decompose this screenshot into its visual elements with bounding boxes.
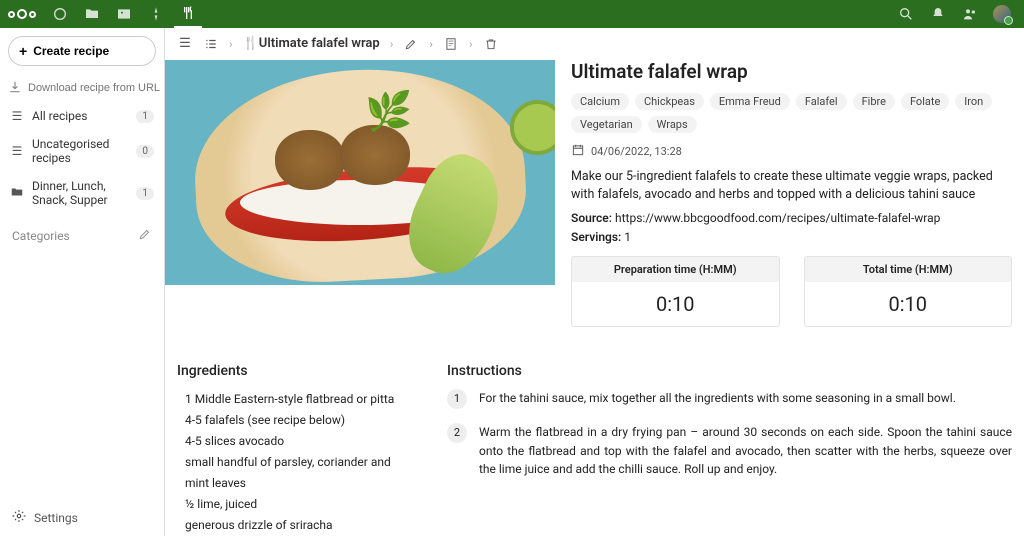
time-grid: Preparation time (H:MM) 0:10 Total time … xyxy=(571,256,1012,327)
content-area: ☰ › 🍴Ultimate falafel wrap › › › xyxy=(165,28,1024,536)
delete-icon[interactable] xyxy=(483,37,499,51)
tag[interactable]: Fibre xyxy=(853,93,895,110)
download-icon[interactable] xyxy=(8,80,22,97)
contacts-icon[interactable] xyxy=(956,0,984,28)
nav-count: 0 xyxy=(136,145,154,158)
tag[interactable]: Chickpeas xyxy=(635,93,704,110)
topbar-left xyxy=(8,0,202,28)
categories-header: Categories xyxy=(0,220,164,251)
nav-count: 1 xyxy=(136,187,154,200)
dashboard-icon[interactable] xyxy=(46,0,74,28)
nav-label: Dinner, Lunch, Snack, Supper xyxy=(32,179,128,207)
ingredients-section: Ingredients 1 Middle Eastern-style flatb… xyxy=(177,363,407,536)
source-url[interactable]: https://www.bbcgoodfood.com/recipes/ulti… xyxy=(615,211,940,225)
recipe-title: Ultimate falafel wrap xyxy=(571,60,1012,83)
download-url-row: → xyxy=(0,74,164,102)
print-icon[interactable] xyxy=(443,37,459,51)
top-bar xyxy=(0,0,1024,28)
breadcrumb: ☰ › 🍴Ultimate falafel wrap › › › xyxy=(165,28,1024,60)
folder-icon xyxy=(10,185,24,202)
ingredient-item[interactable]: generous drizzle of sriracha xyxy=(185,515,407,536)
chevron-icon: › xyxy=(429,37,433,51)
source-line: Source: https://www.bbcgoodfood.com/reci… xyxy=(571,211,1012,225)
tag-list: Calcium Chickpeas Emma Freud Falafel Fib… xyxy=(571,93,1012,133)
step-text: For the tahini sauce, mix together all t… xyxy=(479,389,956,409)
prep-time-label: Preparation time (H:MM) xyxy=(572,257,779,282)
search-icon[interactable] xyxy=(892,0,920,28)
prep-time-box: Preparation time (H:MM) 0:10 xyxy=(571,256,780,327)
home-list-icon[interactable] xyxy=(203,37,219,51)
recipe-image: 🌿 xyxy=(165,60,555,285)
step-number: 2 xyxy=(447,423,467,443)
categories-label: Categories xyxy=(12,229,70,243)
step-number: 1 xyxy=(447,389,467,409)
sidebar: + Create recipe → ☰ All recipes 1 ☰ Unca… xyxy=(0,28,165,536)
chevron-icon: › xyxy=(469,37,473,51)
photos-icon[interactable] xyxy=(110,0,138,28)
instructions-title: Instructions xyxy=(447,363,1012,379)
files-icon[interactable] xyxy=(78,0,106,28)
tag[interactable]: Wraps xyxy=(648,116,697,133)
edit-icon[interactable] xyxy=(403,37,419,51)
cookbook-icon[interactable] xyxy=(174,0,202,28)
tag[interactable]: Emma Freud xyxy=(710,93,790,110)
instruction-step[interactable]: 1 For the tahini sauce, mix together all… xyxy=(447,389,1012,409)
nextcloud-logo[interactable] xyxy=(8,9,36,19)
plus-icon: + xyxy=(19,43,27,59)
list-icon: ☰ xyxy=(10,144,24,158)
tag[interactable]: Vegetarian xyxy=(571,116,642,133)
menu-icon[interactable]: ☰ xyxy=(177,36,193,51)
chevron-icon: › xyxy=(229,37,233,51)
list-icon: ☰ xyxy=(10,109,24,123)
tag[interactable]: Folate xyxy=(901,93,949,110)
download-url-input[interactable] xyxy=(28,78,170,98)
calendar-icon xyxy=(571,143,585,160)
ingredients-list: 1 Middle Eastern-style flatbread or pitt… xyxy=(177,389,407,536)
tag[interactable]: Iron xyxy=(955,93,992,110)
nav-label: Uncategorised recipes xyxy=(32,137,128,165)
nav-uncategorised[interactable]: ☰ Uncategorised recipes 0 xyxy=(0,130,164,172)
ingredient-item[interactable]: 4-5 slices avocado xyxy=(185,431,407,452)
prep-time-value: 0:10 xyxy=(572,282,779,326)
recipe-description: Make our 5-ingredient falafels to create… xyxy=(571,168,1012,203)
recipe-date: 04/06/2022, 13:28 xyxy=(571,143,1012,160)
breadcrumb-title[interactable]: 🍴Ultimate falafel wrap xyxy=(243,36,380,51)
nav-category-dinner[interactable]: Dinner, Lunch, Snack, Supper 1 xyxy=(0,172,164,214)
total-time-value: 0:10 xyxy=(805,282,1012,326)
instructions-section: Instructions 1 For the tahini sauce, mix… xyxy=(447,363,1012,536)
servings-line: Servings: 1 xyxy=(571,230,1012,244)
create-recipe-button[interactable]: + Create recipe xyxy=(8,36,156,66)
create-recipe-label: Create recipe xyxy=(33,44,109,58)
ingredient-item[interactable]: 4-5 falafels (see recipe below) xyxy=(185,410,407,431)
nav-count: 1 xyxy=(136,110,154,123)
step-text: Warm the flatbread in a dry frying pan –… xyxy=(479,423,1012,479)
chevron-icon: › xyxy=(390,37,394,51)
nav-all-recipes[interactable]: ☰ All recipes 1 xyxy=(0,102,164,130)
tag[interactable]: Calcium xyxy=(571,93,629,110)
gear-icon xyxy=(12,509,26,526)
edit-categories-icon[interactable] xyxy=(138,227,152,244)
ingredient-item[interactable]: small handful of parsley, coriander and … xyxy=(185,452,407,494)
total-time-box: Total time (H:MM) 0:10 xyxy=(804,256,1013,327)
nav-label: All recipes xyxy=(32,109,128,123)
topbar-right xyxy=(892,0,1016,28)
activity-icon[interactable] xyxy=(142,0,170,28)
instruction-step[interactable]: 2 Warm the flatbread in a dry frying pan… xyxy=(447,423,1012,479)
ingredient-item[interactable]: ½ lime, juiced xyxy=(185,494,407,515)
notifications-icon[interactable] xyxy=(924,0,952,28)
total-time-label: Total time (H:MM) xyxy=(805,257,1012,282)
settings-label: Settings xyxy=(34,511,78,525)
recipe-details: Ultimate falafel wrap Calcium Chickpeas … xyxy=(571,60,1012,327)
ingredient-item[interactable]: 1 Middle Eastern-style flatbread or pitt… xyxy=(185,389,407,410)
user-avatar[interactable] xyxy=(988,0,1016,28)
ingredients-title: Ingredients xyxy=(177,363,407,379)
tag[interactable]: Falafel xyxy=(796,93,847,110)
date-text: 04/06/2022, 13:28 xyxy=(591,145,682,158)
settings-button[interactable]: Settings xyxy=(0,498,164,536)
